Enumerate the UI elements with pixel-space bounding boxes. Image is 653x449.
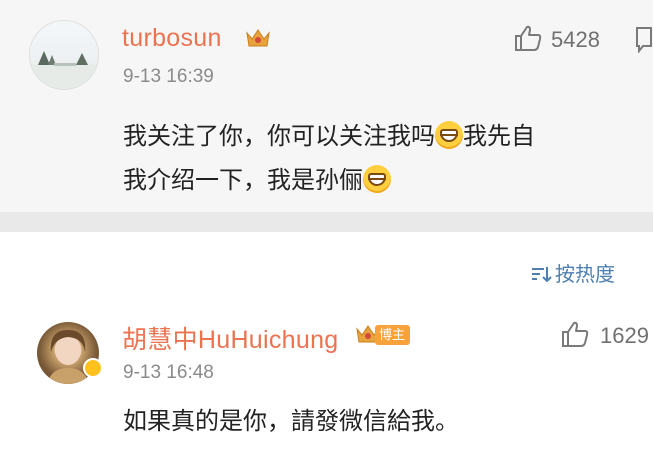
comment-text-line-1: 我关注了你，你可以关注我吗 我先自 — [123, 116, 535, 151]
comment-time: 9-13 16:39 — [123, 66, 214, 87]
like-count: 5428 — [551, 27, 600, 52]
blogger-badge: 博主 — [375, 325, 411, 345]
like-icon[interactable] — [513, 24, 543, 52]
username[interactable]: 胡慧中HuHuichung — [122, 320, 339, 356]
crown-icon — [246, 29, 270, 47]
grin-emoji-icon — [435, 121, 463, 149]
sort-by-hot-button[interactable]: 按热度 — [530, 258, 615, 287]
comment-text: 我关注了你，你可以关注我吗 — [123, 123, 435, 150]
avatar-snow-scene — [30, 51, 98, 89]
more-icon[interactable] — [633, 25, 653, 53]
avatar[interactable] — [29, 20, 99, 90]
like-icon[interactable] — [560, 320, 590, 348]
username[interactable]: turbosun — [122, 24, 222, 53]
grin-emoji-icon — [363, 165, 391, 193]
sort-icon — [532, 267, 552, 283]
comment-time: 9-13 16:48 — [123, 362, 214, 383]
verified-icon — [83, 358, 103, 378]
comment-text: 我先自 — [463, 123, 535, 150]
comment-text: 我介绍一下，我是孙俪 — [123, 167, 363, 194]
like-count: 1629 — [600, 323, 649, 348]
divider — [0, 212, 653, 232]
comment-text-line-2: 我介绍一下，我是孙俪 — [123, 160, 391, 195]
comment-text: 如果真的是你，請發微信給我。 — [123, 408, 459, 435]
sort-label: 按热度 — [555, 264, 615, 286]
